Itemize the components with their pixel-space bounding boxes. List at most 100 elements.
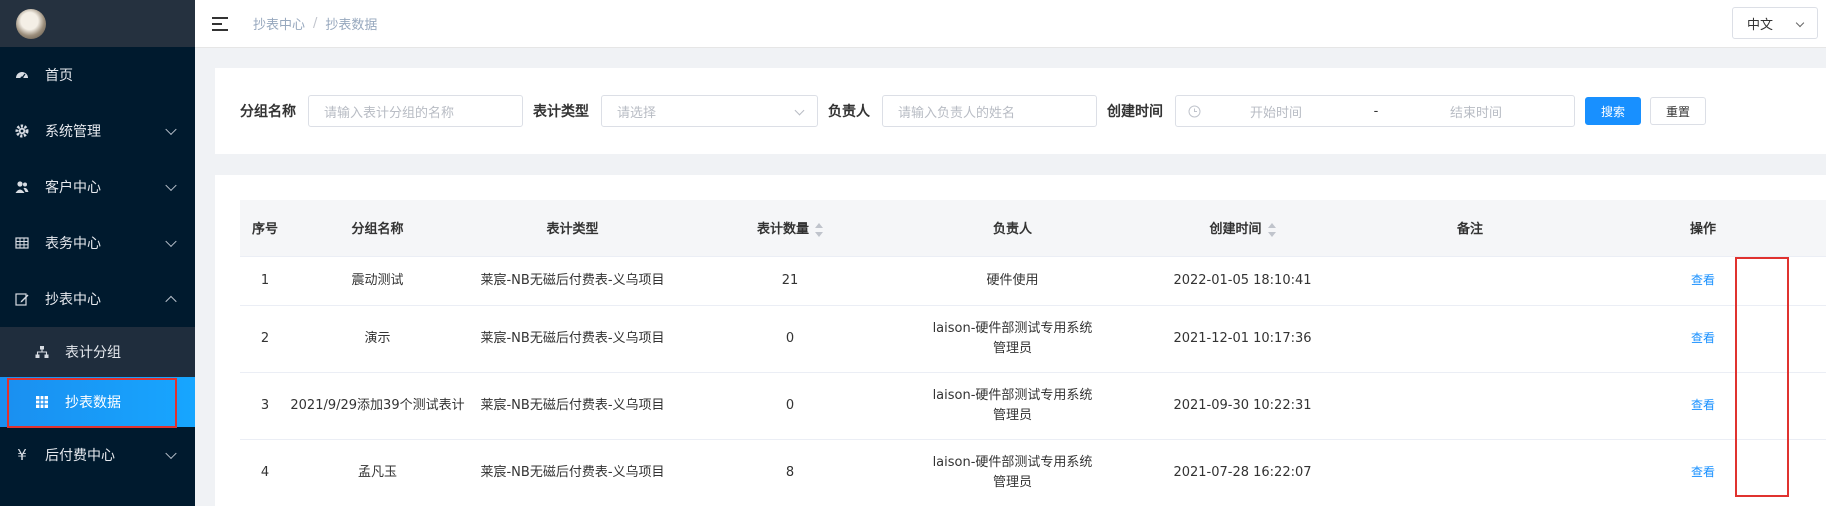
- group-name-label: 分组名称: [240, 104, 296, 120]
- chevron-down-icon: [165, 447, 177, 460]
- cell-created-time: 2021-07-28 16:22:07: [1125, 439, 1360, 506]
- cell-remark: [1360, 256, 1580, 306]
- cell-no: 4: [240, 439, 290, 506]
- created-time-label: 创建时间: [1107, 104, 1163, 120]
- chevron-down-icon: [1795, 18, 1805, 28]
- sidebar-item-label: 表务中心: [45, 236, 101, 252]
- end-time-placeholder[interactable]: 结束时间: [1376, 102, 1576, 121]
- cell-created-time: 2022-01-05 18:10:41: [1125, 256, 1360, 306]
- chevron-down-icon: [165, 123, 177, 136]
- cell-meter-type: 莱宸-NB无磁后付费表-义乌项目: [465, 256, 680, 306]
- sidebar-item-meter-group[interactable]: 表计分组: [0, 327, 195, 377]
- column-header-remark: 备注: [1360, 200, 1580, 257]
- sidebar: 首页 系统管理 客户中心 表务中心 抄表中心 表计分组 抄表数据 ¥ 后付费中心: [0, 0, 195, 506]
- cell-group-name: 2021/9/29添加39个测试表计: [290, 372, 465, 440]
- column-header-no: 序号: [240, 200, 290, 257]
- column-header-meter-count[interactable]: 表计数量: [680, 200, 900, 257]
- column-header-action: 操作: [1580, 200, 1826, 257]
- search-form: 分组名称 请输入表计分组的名称 表计类型 请选择 负责人 请输入负责人的姓名 创…: [215, 68, 1826, 154]
- language-value: 中文: [1747, 17, 1774, 33]
- view-link[interactable]: 查看: [1691, 398, 1715, 412]
- cell-owner: laison-硬件部测试专用系统管理员: [900, 439, 1125, 506]
- sidebar-item-postpaid[interactable]: ¥ 后付费中心: [0, 427, 195, 483]
- column-header-group-name: 分组名称: [290, 200, 465, 257]
- cell-owner: laison-硬件部测试专用系统管理员: [900, 372, 1125, 440]
- sidebar-item-reading-data[interactable]: 抄表数据: [0, 377, 195, 428]
- owner-label: 负责人: [828, 104, 870, 120]
- top-header: 抄表中心 / 抄表数据 中文: [195, 0, 1826, 48]
- cell-meter-count: 0: [680, 372, 900, 440]
- breadcrumb-separator: /: [313, 16, 318, 31]
- column-header-meter-type: 表计类型: [465, 200, 680, 257]
- sidebar-item-system[interactable]: 系统管理: [0, 103, 195, 159]
- table-row: 4 孟凡玉 莱宸-NB无磁后付费表-义乌项目 8 laison-硬件部测试专用系…: [240, 439, 1826, 506]
- owner-input[interactable]: 请输入负责人的姓名: [882, 95, 1097, 127]
- language-select[interactable]: 中文: [1732, 7, 1818, 39]
- cell-no: 2: [240, 305, 290, 373]
- gear-icon: [14, 123, 30, 139]
- breadcrumb-item-reading-data: 抄表数据: [325, 18, 378, 33]
- view-link[interactable]: 查看: [1691, 273, 1715, 287]
- sidebar-item-label: 表计分组: [65, 345, 121, 361]
- cell-meter-count: 21: [680, 256, 900, 306]
- meter-type-label: 表计类型: [533, 104, 589, 120]
- meter-type-select[interactable]: 请选择: [601, 95, 818, 127]
- column-header-created-time[interactable]: 创建时间: [1125, 200, 1360, 257]
- sidebar-item-label: 客户中心: [45, 180, 101, 196]
- date-range-picker[interactable]: 开始时间 - 结束时间: [1175, 95, 1575, 127]
- table-header-row: 序号 分组名称 表计类型 表计数量 负责人 创建时间 备注 操作: [240, 200, 1826, 257]
- cell-meter-count: 8: [680, 439, 900, 506]
- dashboard-icon: [14, 67, 30, 83]
- cell-meter-type: 莱宸-NB无磁后付费表-义乌项目: [465, 439, 680, 506]
- cell-group-name: 演示: [290, 305, 465, 373]
- chevron-down-icon: [794, 105, 805, 116]
- group-name-input[interactable]: 请输入表计分组的名称: [308, 95, 523, 127]
- table-row: 1 震动测试 莱宸-NB无磁后付费表-义乌项目 21 硬件使用 2022-01-…: [240, 256, 1826, 306]
- sidebar-item-label: 后付费中心: [45, 448, 115, 464]
- sitemap-icon: [35, 345, 49, 359]
- group-name-placeholder: 请输入表计分组的名称: [324, 105, 455, 121]
- highlight-box: [7, 378, 177, 428]
- hamburger-icon[interactable]: [212, 16, 228, 31]
- avatar[interactable]: [16, 8, 46, 39]
- breadcrumb-item-meter-reading[interactable]: 抄表中心: [253, 14, 305, 33]
- cell-no: 3: [240, 372, 290, 440]
- chevron-down-icon: [165, 179, 177, 192]
- sidebar-item-label: 首页: [45, 68, 73, 84]
- cell-created-time: 2021-12-01 10:17:36: [1125, 305, 1360, 373]
- sidebar-item-customer[interactable]: 客户中心: [0, 159, 195, 215]
- data-table: 序号 分组名称 表计类型 表计数量 负责人 创建时间 备注 操作 1 震动测试 …: [240, 200, 1826, 506]
- table-row: 2 演示 莱宸-NB无磁后付费表-义乌项目 0 laison-硬件部测试专用系统…: [240, 305, 1826, 373]
- cell-remark: [1360, 439, 1580, 506]
- sidebar-item-home[interactable]: 首页: [0, 47, 195, 103]
- cell-group-name: 震动测试: [290, 256, 465, 306]
- cell-meter-type: 莱宸-NB无磁后付费表-义乌项目: [465, 305, 680, 373]
- cell-remark: [1360, 372, 1580, 440]
- view-link[interactable]: 查看: [1691, 465, 1715, 479]
- table-row: 3 2021/9/29添加39个测试表计 莱宸-NB无磁后付费表-义乌项目 0 …: [240, 372, 1826, 440]
- cell-created-time: 2021-09-30 10:22:31: [1125, 372, 1360, 440]
- table-panel: 序号 分组名称 表计类型 表计数量 负责人 创建时间 备注 操作 1 震动测试 …: [215, 175, 1826, 506]
- cell-remark: [1360, 305, 1580, 373]
- reset-button[interactable]: 重置: [1650, 97, 1706, 125]
- sort-icon[interactable]: [1267, 222, 1276, 237]
- owner-placeholder: 请输入负责人的姓名: [898, 105, 1016, 121]
- sort-icon[interactable]: [815, 222, 823, 237]
- cell-group-name: 孟凡玉: [290, 439, 465, 506]
- breadcrumb: 抄表中心 / 抄表数据: [253, 14, 377, 33]
- sidebar-item-label: 系统管理: [45, 124, 101, 140]
- column-header-label: 表计数量: [756, 222, 809, 238]
- users-icon: [14, 179, 30, 195]
- cell-meter-count: 0: [680, 305, 900, 373]
- column-header-label: 创建时间: [1209, 222, 1262, 238]
- search-button[interactable]: 搜索: [1585, 97, 1641, 125]
- meter-type-placeholder: 请选择: [617, 105, 657, 121]
- sidebar-item-meter-reading[interactable]: 抄表中心: [0, 271, 195, 327]
- chevron-down-icon: [165, 235, 177, 248]
- cell-owner: laison-硬件部测试专用系统管理员: [900, 305, 1125, 373]
- view-link[interactable]: 查看: [1691, 331, 1715, 345]
- cell-action: 查看: [1580, 305, 1826, 373]
- sidebar-item-meter-service[interactable]: 表务中心: [0, 215, 195, 271]
- start-time-placeholder[interactable]: 开始时间: [1176, 102, 1376, 121]
- cell-meter-type: 莱宸-NB无磁后付费表-义乌项目: [465, 372, 680, 440]
